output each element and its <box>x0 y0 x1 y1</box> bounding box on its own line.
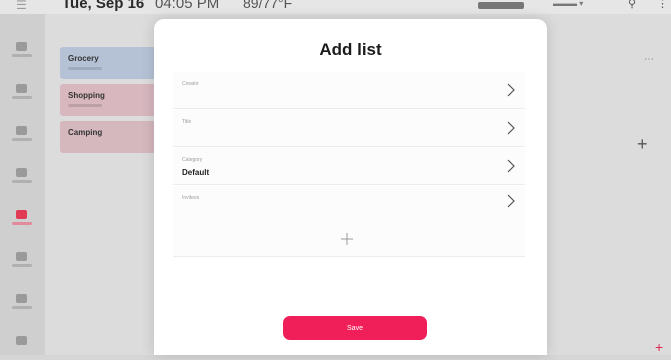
chevron-right-icon <box>507 159 515 173</box>
sidebar-item-8[interactable] <box>12 336 32 360</box>
field-label: Creator <box>182 81 199 87</box>
nav-label-placeholder <box>12 222 32 225</box>
status-time: 04:05 PM <box>155 0 220 12</box>
list-card-label: Shopping <box>68 91 105 100</box>
fab-plus-icon[interactable]: + <box>655 339 663 355</box>
account-selector[interactable]: ▬▬▬ ▾ <box>553 0 583 8</box>
chevron-right-icon <box>507 121 515 135</box>
field-label: Title <box>182 119 192 125</box>
more-icon[interactable]: ⋮ <box>657 0 668 10</box>
title-field[interactable]: Title <box>173 110 525 147</box>
add-icon[interactable]: + <box>637 134 648 155</box>
chevron-right-icon <box>507 194 515 208</box>
field-label: Invitees <box>182 195 200 201</box>
status-date: Tue, Sep 16 <box>62 0 145 12</box>
chevron-right-icon <box>507 83 515 97</box>
nav-icon <box>16 294 27 303</box>
add-invitee-plus-icon[interactable] <box>341 232 357 248</box>
category-field[interactable]: Category Default <box>173 148 525 185</box>
list-icon <box>16 210 27 219</box>
add-list-dialog: Add list Creator Title Category Default … <box>154 19 547 355</box>
sidebar-item-2[interactable] <box>12 84 32 108</box>
dialog-title: Add list <box>319 40 382 59</box>
sidebar-item-7[interactable] <box>12 294 32 318</box>
status-bar: ☰ Tue, Sep 16 04:05 PM 89/77°F ▬▬▬ ▾ ⚲ ⋮ <box>0 0 671 14</box>
nav-label-placeholder <box>12 180 32 183</box>
list-card-label: Grocery <box>68 54 99 63</box>
nav-icon <box>16 126 27 135</box>
sidebar-item-4[interactable] <box>12 168 32 192</box>
sidebar-item-3[interactable] <box>12 126 32 150</box>
save-button[interactable]: Save <box>283 316 427 340</box>
list-card-grocery[interactable]: Grocery <box>60 47 156 79</box>
list-card-subtitle <box>68 104 102 107</box>
nav-icon <box>16 84 27 93</box>
more-icon[interactable]: ⋯ <box>644 54 654 65</box>
list-card-shopping[interactable]: Shopping <box>60 84 156 116</box>
creator-field[interactable]: Creator <box>173 72 525 109</box>
list-card-subtitle <box>68 67 102 70</box>
list-card-label: Camping <box>68 128 103 137</box>
field-label: Category <box>182 157 203 163</box>
sidebar-item-1[interactable] <box>12 42 32 66</box>
nav-icon <box>16 252 27 261</box>
nav-label-placeholder <box>12 96 32 99</box>
sidebar-item-lists[interactable] <box>12 210 32 234</box>
nav-icon <box>16 168 27 177</box>
list-card-camping[interactable]: Camping <box>60 121 156 153</box>
system-icons <box>478 2 524 9</box>
nav-label-placeholder <box>12 264 32 267</box>
search-icon[interactable]: ⚲ <box>628 0 636 10</box>
sidebar <box>0 14 45 355</box>
nav-label-placeholder <box>12 54 32 57</box>
nav-icon <box>16 336 27 345</box>
sidebar-item-6[interactable] <box>12 252 32 276</box>
nav-icon <box>16 42 27 51</box>
status-weather: 89/77°F <box>243 0 293 11</box>
nav-label-placeholder <box>12 306 32 309</box>
nav-label-placeholder <box>12 138 32 141</box>
menu-icon[interactable]: ☰ <box>16 0 27 12</box>
category-value: Default <box>182 168 210 177</box>
